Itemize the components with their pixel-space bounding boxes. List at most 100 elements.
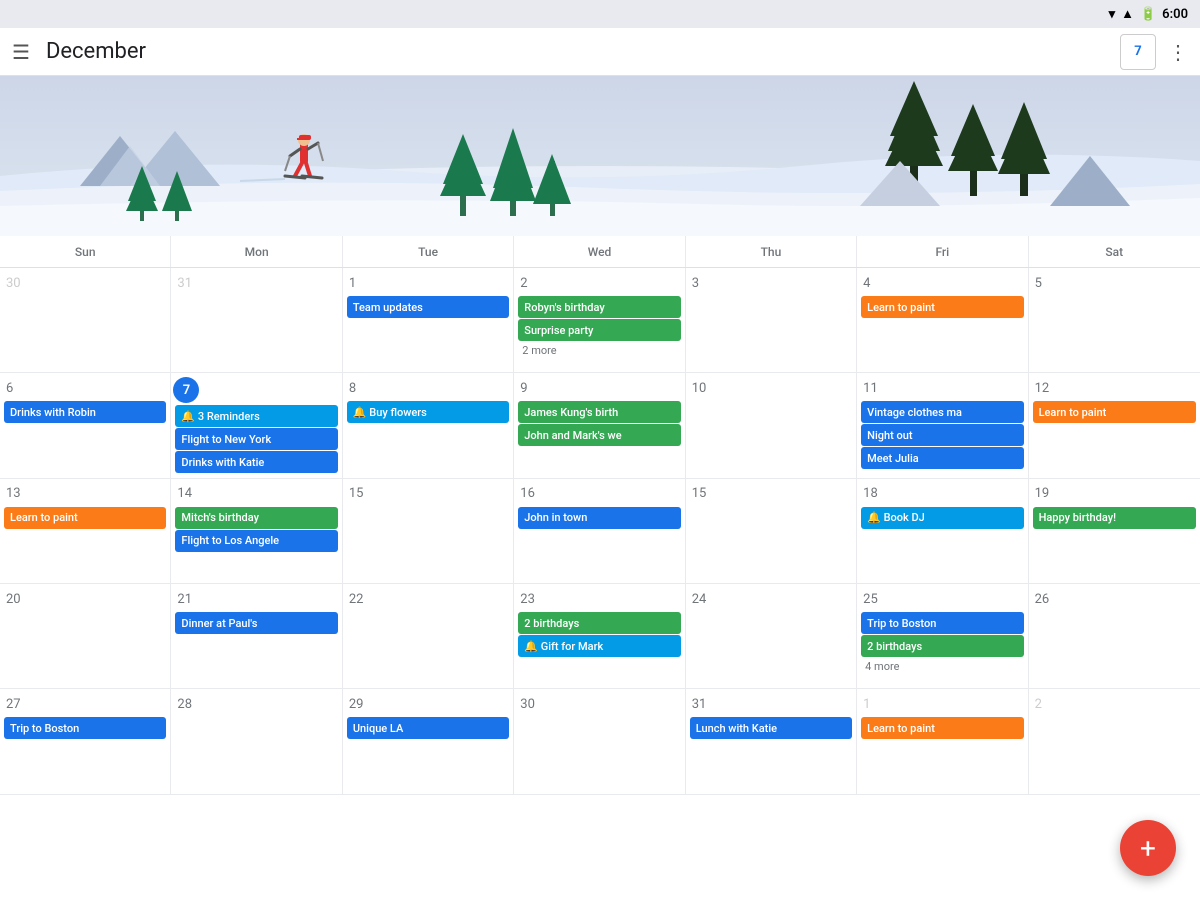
event-item[interactable]: Happy birthday! (1033, 507, 1196, 529)
day-number: 30 (516, 693, 682, 715)
day-number: 7 (173, 377, 199, 403)
app-header: ☰ December 7 ⋮ (0, 28, 1200, 76)
event-item[interactable]: Learn to paint (861, 296, 1023, 318)
day-cell[interactable]: 29Unique LA (343, 689, 514, 794)
day-number: 24 (688, 588, 854, 610)
event-item[interactable]: Trip to Boston (861, 612, 1023, 634)
day-cell[interactable]: 25Trip to Boston2 birthdays4 more (857, 584, 1028, 689)
event-item[interactable]: Unique LA (347, 717, 509, 739)
event-item[interactable]: 2 birthdays (861, 635, 1023, 657)
more-events-link[interactable]: 2 more (516, 342, 682, 359)
event-item[interactable]: Learn to paint (861, 717, 1023, 739)
event-item[interactable]: Robyn's birthday (518, 296, 680, 318)
day-number: 1 (345, 272, 511, 294)
day-cell[interactable]: 15 (343, 479, 514, 584)
event-item[interactable]: 🔔 Buy flowers (347, 401, 509, 423)
day-cell[interactable]: 6Drinks with Robin (0, 373, 171, 478)
more-events-link[interactable]: 4 more (859, 658, 1025, 675)
day-cell[interactable]: 30 (514, 689, 685, 794)
event-item[interactable]: John in town (518, 507, 680, 529)
day-cell[interactable]: 11Vintage clothes maNight outMeet Julia (857, 373, 1028, 478)
banner-illustration (0, 76, 1200, 236)
calendar-grid: 30311Team updates2Robyn's birthdaySurpri… (0, 268, 1200, 900)
day-header-thu: Thu (686, 236, 857, 267)
day-cell[interactable]: 27Trip to Boston (0, 689, 171, 794)
event-item[interactable]: 🔔 Book DJ (861, 507, 1023, 529)
day-cell[interactable]: 20 (0, 584, 171, 689)
day-cell[interactable]: 30 (0, 268, 171, 373)
status-icons: ▾ ▲ 🔋 6:00 (1109, 6, 1188, 22)
day-number: 16 (516, 483, 682, 505)
day-cell[interactable]: 26 (1029, 584, 1200, 689)
day-number: 30 (2, 272, 168, 294)
day-cell[interactable]: 2 (1029, 689, 1200, 794)
day-cell[interactable]: 22 (343, 584, 514, 689)
day-number: 25 (859, 588, 1025, 610)
day-cell[interactable]: 21Dinner at Paul's (171, 584, 342, 689)
add-icon: + (1140, 832, 1156, 865)
day-number: 13 (2, 483, 168, 505)
event-item[interactable]: 🔔 3 Reminders (175, 405, 337, 427)
menu-button[interactable]: ☰ (12, 40, 30, 64)
event-item[interactable]: John and Mark's we (518, 424, 680, 446)
day-number: 1 (859, 693, 1025, 715)
day-cell[interactable]: 31 (171, 268, 342, 373)
today-button[interactable]: 7 (1120, 34, 1156, 70)
day-cell[interactable]: 10 (686, 373, 857, 478)
status-bar: ▾ ▲ 🔋 6:00 (0, 0, 1200, 28)
event-item[interactable]: 2 birthdays (518, 612, 680, 634)
event-item[interactable]: James Kung's birth (518, 401, 680, 423)
event-item[interactable]: Team updates (347, 296, 509, 318)
day-number: 2 (1031, 693, 1198, 715)
day-headers: SunMonTueWedThuFriSat (0, 236, 1200, 268)
day-cell[interactable]: 14Mitch's birthdayFlight to Los Angele (171, 479, 342, 584)
event-item[interactable]: Lunch with Katie (690, 717, 852, 739)
day-cell[interactable]: 2Robyn's birthdaySurprise party2 more (514, 268, 685, 373)
event-item[interactable]: Mitch's birthday (175, 507, 337, 529)
day-cell[interactable]: 7🔔 3 RemindersFlight to New YorkDrinks w… (171, 373, 342, 478)
event-item[interactable]: Vintage clothes ma (861, 401, 1023, 423)
day-cell[interactable]: 19Happy birthday! (1029, 479, 1200, 584)
event-item[interactable]: Learn to paint (1033, 401, 1196, 423)
day-number: 27 (2, 693, 168, 715)
event-item[interactable]: Learn to paint (4, 507, 166, 529)
event-item[interactable]: Drinks with Katie (175, 451, 337, 473)
day-number: 5 (1031, 272, 1198, 294)
more-button[interactable]: ⋮ (1168, 40, 1188, 64)
day-cell[interactable]: 31Lunch with Katie (686, 689, 857, 794)
day-cell[interactable]: 9James Kung's birthJohn and Mark's we (514, 373, 685, 478)
day-cell[interactable]: 13Learn to paint (0, 479, 171, 584)
wifi-icon: ▾ (1109, 7, 1116, 22)
event-item[interactable]: Flight to Los Angele (175, 530, 337, 552)
day-cell[interactable]: 18🔔 Book DJ (857, 479, 1028, 584)
day-cell[interactable]: 12Learn to paint (1029, 373, 1200, 478)
day-cell[interactable]: 8🔔 Buy flowers (343, 373, 514, 478)
event-item[interactable]: Surprise party (518, 319, 680, 341)
day-cell[interactable]: 1Team updates (343, 268, 514, 373)
day-number: 6 (2, 377, 168, 399)
day-number: 10 (688, 377, 854, 399)
day-cell[interactable]: 5 (1029, 268, 1200, 373)
event-item[interactable]: Trip to Boston (4, 717, 166, 739)
day-number: 31 (173, 272, 339, 294)
day-cell[interactable]: 16John in town (514, 479, 685, 584)
event-item[interactable]: Dinner at Paul's (175, 612, 337, 634)
day-number: 21 (173, 588, 339, 610)
day-cell[interactable]: 1Learn to paint (857, 689, 1028, 794)
day-cell[interactable]: 3 (686, 268, 857, 373)
day-cell[interactable]: 15 (686, 479, 857, 584)
day-cell[interactable]: 28 (171, 689, 342, 794)
day-cell[interactable]: 24 (686, 584, 857, 689)
day-cell[interactable]: 4Learn to paint (857, 268, 1028, 373)
day-cell[interactable]: 232 birthdays🔔 Gift for Mark (514, 584, 685, 689)
event-item[interactable]: 🔔 Gift for Mark (518, 635, 680, 657)
event-item[interactable]: Meet Julia (861, 447, 1023, 469)
header-actions: 7 ⋮ (1120, 34, 1188, 70)
time-display: 6:00 (1162, 7, 1188, 22)
add-event-button[interactable]: + (1120, 820, 1176, 876)
event-item[interactable]: Drinks with Robin (4, 401, 166, 423)
day-number: 22 (345, 588, 511, 610)
event-item[interactable]: Flight to New York (175, 428, 337, 450)
day-number: 23 (516, 588, 682, 610)
event-item[interactable]: Night out (861, 424, 1023, 446)
